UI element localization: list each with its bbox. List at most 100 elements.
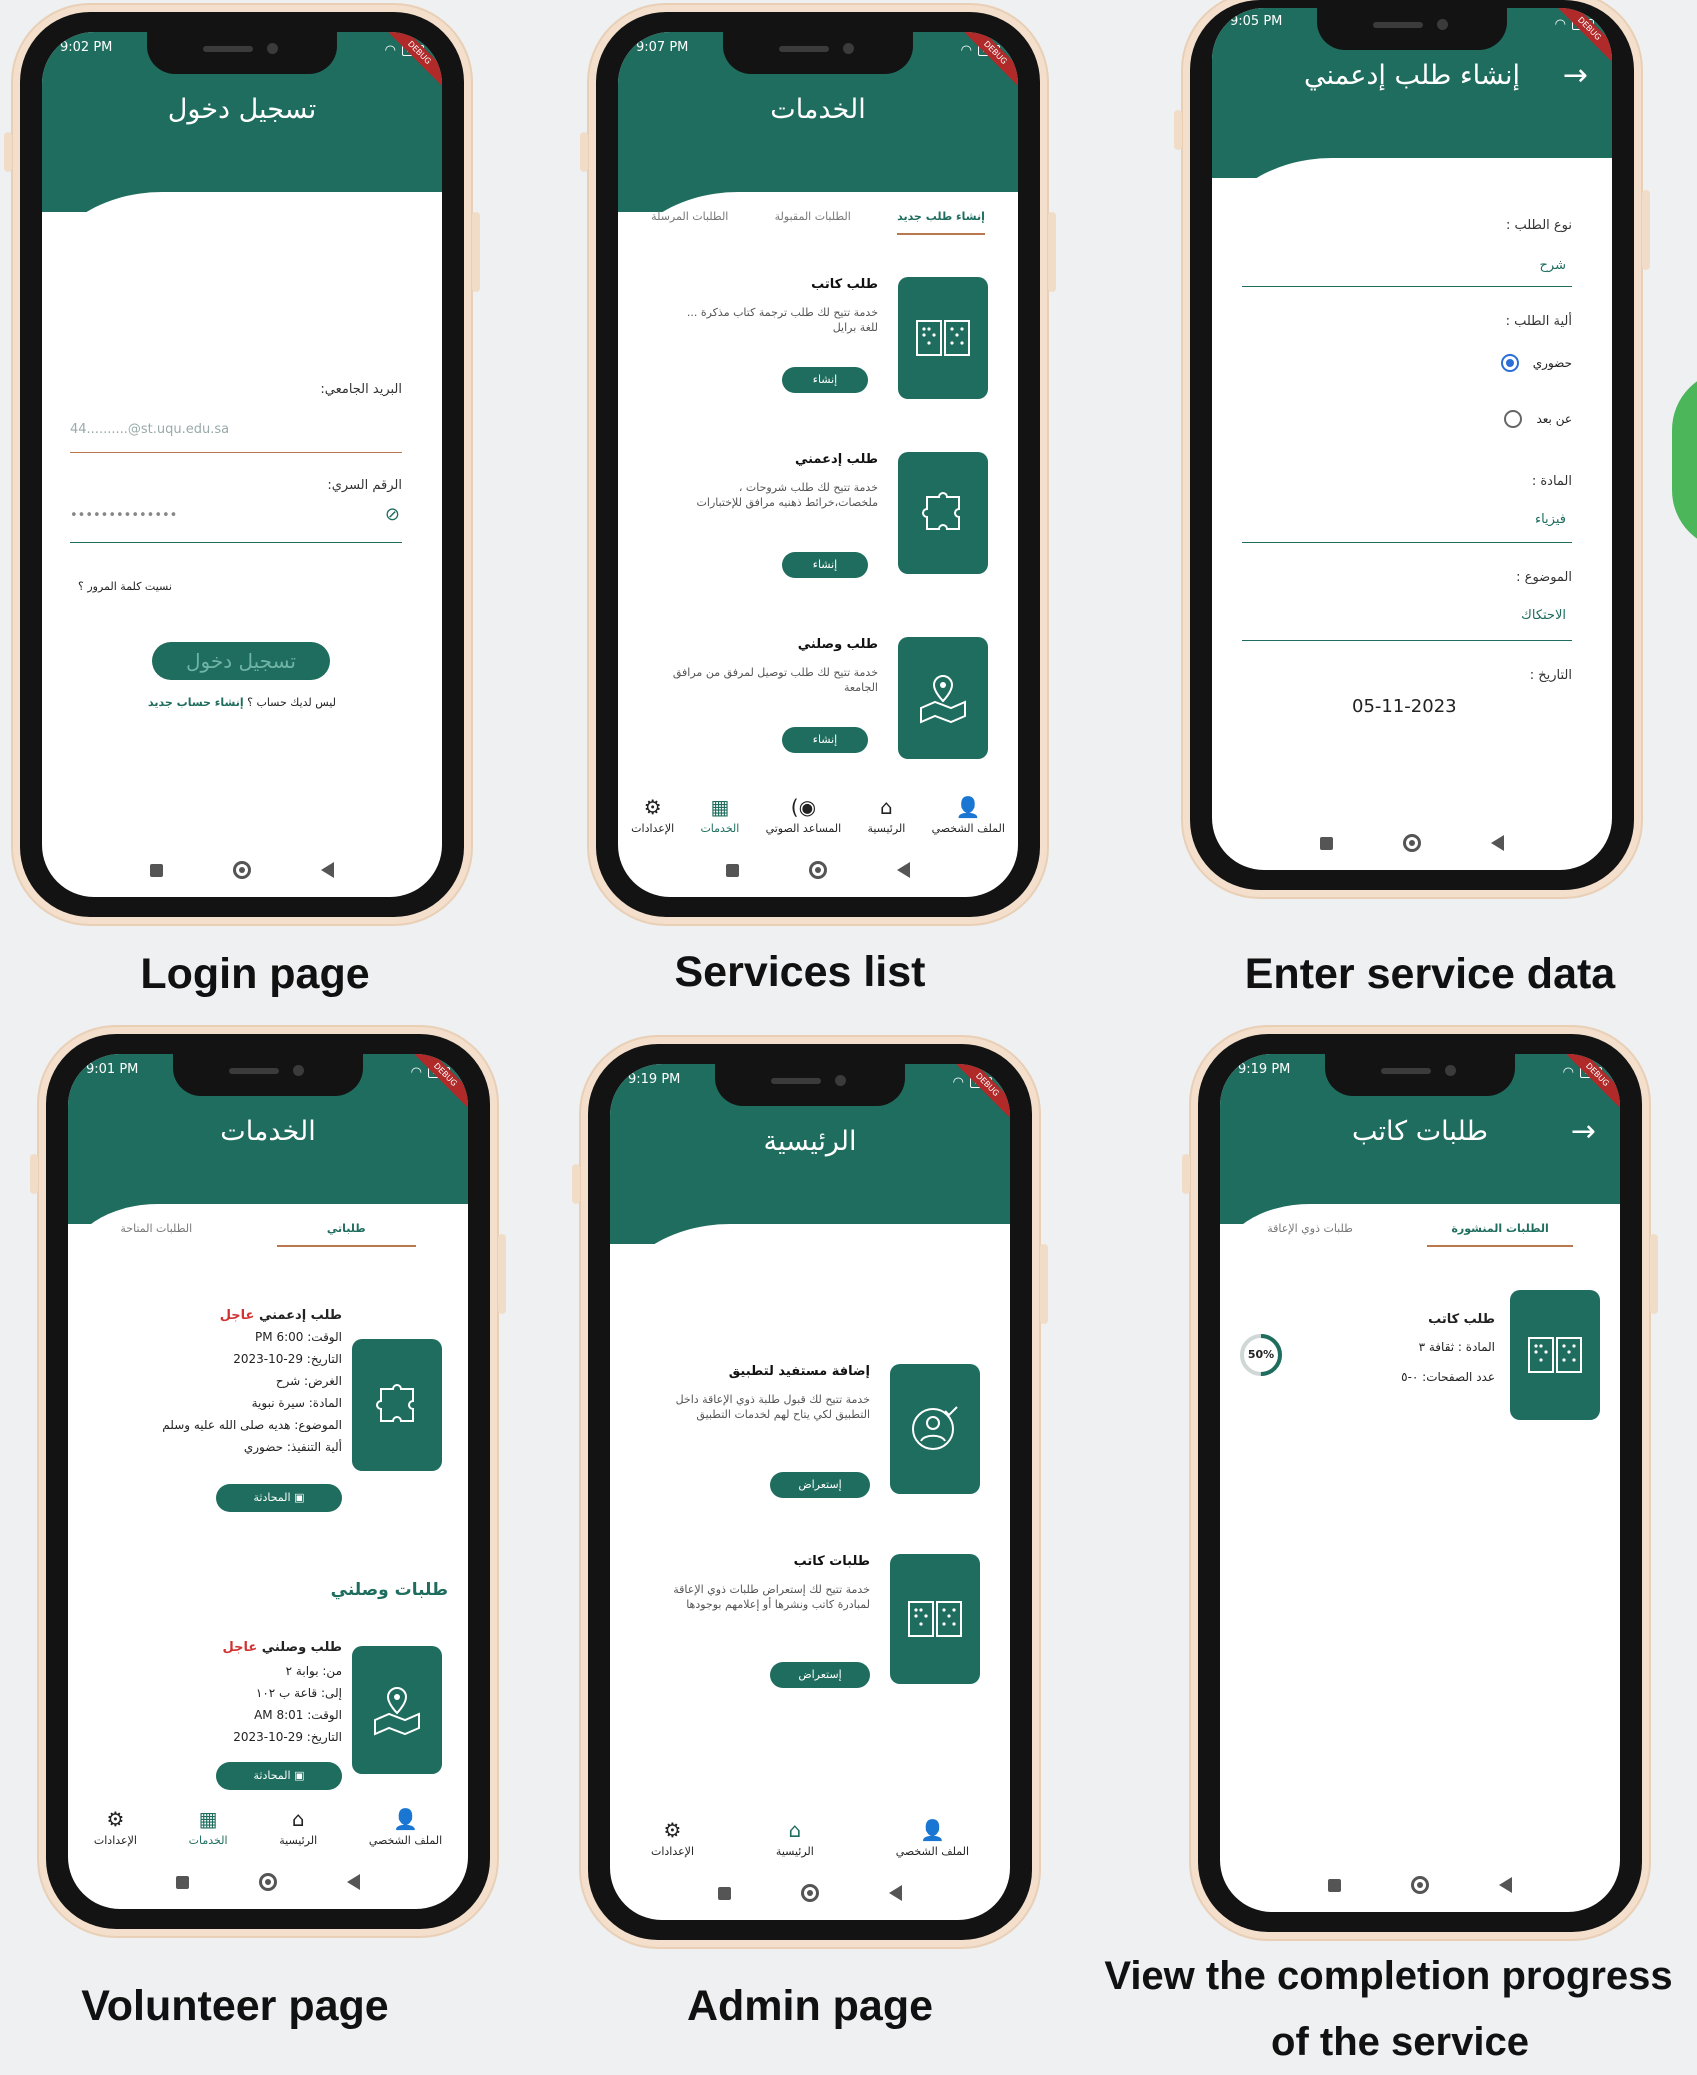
tab-sent[interactable]: الطلبات المرسلة	[651, 210, 728, 235]
nav-settings[interactable]: ⚙ الإعدادات	[94, 1808, 137, 1847]
back-button[interactable]	[889, 1885, 902, 1901]
gear-icon: ⚙	[643, 795, 662, 819]
camera-notch	[173, 1054, 363, 1096]
map-pin-icon	[352, 1646, 442, 1774]
home-icon: ⌂	[788, 1818, 802, 1842]
back-arrow-icon[interactable]: →	[1563, 58, 1588, 93]
create-button[interactable]: إنشاء	[782, 367, 868, 393]
decorative-green-shape	[1672, 370, 1697, 550]
system-nav	[610, 1884, 1010, 1902]
volunteer-screen: 9:01 PM◠116 DEBUG الخدمات طلباتي الطلبات…	[68, 1054, 468, 1909]
card-title: طلب إدعمني	[794, 452, 878, 467]
braille-book-icon	[1510, 1290, 1600, 1420]
header-curve	[42, 192, 442, 392]
side-button	[572, 1164, 580, 1204]
nav-profile[interactable]: 👤 الملف الشخصي	[932, 796, 1005, 835]
camera-notch	[715, 1064, 905, 1106]
login-screen: 9:02 PM◠116 DEBUG تسجيل دخول البريد الجا…	[42, 32, 442, 897]
view-button[interactable]: إستعراض	[770, 1662, 870, 1688]
create-button[interactable]: إنشاء	[782, 727, 868, 753]
eye-off-icon[interactable]: ⊘	[385, 504, 400, 525]
password-field[interactable]: ••••••••••••••	[70, 508, 177, 523]
chat-button[interactable]: ▣ المحادثة	[216, 1762, 342, 1790]
wifi-icon: ◠	[1554, 16, 1566, 32]
nav-label: الإعدادات	[93, 1834, 137, 1847]
back-button[interactable]	[1499, 1877, 1512, 1893]
home-button[interactable]	[1403, 834, 1421, 852]
nav-label: الملف الشخصي	[368, 1834, 443, 1847]
nav-label: المساعد الصوتي	[765, 822, 842, 835]
view-button[interactable]: إستعراض	[770, 1472, 870, 1498]
topic-underline	[1242, 640, 1572, 641]
type-field[interactable]: شرح	[1540, 258, 1566, 273]
chat-label: المحادثة	[253, 1769, 291, 1782]
nav-settings[interactable]: ⚙ الإعدادات	[651, 1819, 694, 1858]
tab-available[interactable]: الطلبات المتاحة	[120, 1222, 192, 1247]
create-request-screen: 9:05 PM◠116 DEBUG → إنشاء طلب إدعمني نوع…	[1212, 8, 1612, 870]
nav-services[interactable]: ▦ الخدمات	[700, 796, 739, 835]
grid-icon: ▦	[198, 1807, 218, 1831]
radio-checked-icon	[1500, 354, 1519, 372]
person-icon: 👤	[393, 1807, 418, 1831]
recents-button[interactable]	[1328, 1878, 1341, 1892]
nav-settings[interactable]: ⚙ الإعدادات	[631, 796, 674, 835]
tab-accepted[interactable]: الطلبات المقبولة	[775, 210, 851, 235]
nav-home[interactable]: ⌂ الرئيسية	[279, 1808, 317, 1847]
nav-home[interactable]: ⌂ الرئيسية	[867, 796, 905, 835]
tab-my-requests[interactable]: طلباتي	[276, 1222, 416, 1247]
volunteer-tabs: طلباتي الطلبات المتاحة	[68, 1222, 468, 1247]
back-button[interactable]	[1491, 835, 1504, 851]
home-button[interactable]	[801, 1884, 819, 1902]
recents-button[interactable]	[726, 863, 739, 877]
recents-button[interactable]	[718, 1886, 731, 1900]
home-icon: ⌂	[880, 795, 893, 819]
admin-screen: 9:19 PM◠116 DEBUG الرئيسية إضافة مستفيد …	[610, 1064, 1010, 1920]
tab-disabled-requests[interactable]: طلبات ذوي الإعاقة	[1267, 1222, 1353, 1247]
radio-inperson[interactable]: حضوري	[1500, 354, 1572, 372]
subject-field[interactable]: فيزياء	[1535, 512, 1566, 527]
recents-button[interactable]	[176, 1875, 189, 1889]
gear-icon: ⚙	[663, 1818, 682, 1842]
password-label: الرقم السري:	[327, 478, 402, 493]
nav-label: الملف الشخصي	[895, 1845, 970, 1858]
request-mechanism: ألية التنفيذ: حضوري	[243, 1440, 342, 1454]
card-title: طلب كاتب	[1428, 1312, 1495, 1327]
back-button[interactable]	[321, 862, 334, 878]
subject-underline	[1242, 542, 1572, 543]
home-button[interactable]	[809, 861, 827, 879]
chat-icon: ▣	[294, 1769, 305, 1782]
nav-profile[interactable]: 👤 الملف الشخصي	[896, 1819, 969, 1858]
create-button[interactable]: إنشاء	[782, 552, 868, 578]
topic-field[interactable]: الاحتكاك	[1521, 608, 1566, 623]
chat-button[interactable]: ▣ المحادثة	[216, 1484, 342, 1512]
recents-button[interactable]	[1320, 836, 1333, 850]
nav-voice-assistant[interactable]: ◉) المساعد الصوتي	[766, 796, 842, 835]
home-button[interactable]	[233, 861, 251, 879]
tab-published[interactable]: الطلبات المنشورة	[1427, 1222, 1573, 1247]
back-button[interactable]	[347, 1874, 360, 1890]
home-button[interactable]	[259, 1873, 277, 1891]
radio-remote[interactable]: عن بعد	[1504, 410, 1572, 428]
nav-services[interactable]: ▦ الخدمات	[189, 1808, 228, 1847]
signup-link[interactable]: إنشاء حساب جديد	[148, 696, 244, 709]
request-title: طلب إدعمني عاجل	[220, 1308, 342, 1323]
back-button[interactable]	[897, 862, 910, 878]
recents-button[interactable]	[150, 863, 163, 877]
back-arrow-icon[interactable]: →	[1571, 1114, 1596, 1149]
bottom-nav: 👤 الملف الشخصي ⌂ الرئيسية ◉) المساعد الصوتي…	[618, 796, 1018, 835]
login-button[interactable]: تسجيل دخول	[152, 642, 330, 680]
page-title: إنشاء طلب إدعمني	[1303, 60, 1521, 91]
nav-label: الرئيسية	[775, 1845, 814, 1858]
home-button[interactable]	[1411, 1876, 1429, 1894]
nav-profile[interactable]: 👤 الملف الشخصي	[369, 1808, 442, 1847]
nav-home[interactable]: ⌂ الرئيسية	[776, 1819, 814, 1858]
request-title-text: طلب وصلني	[261, 1640, 342, 1655]
voice-icon: ◉)	[790, 795, 817, 819]
date-field[interactable]: 05-11-2023	[1352, 696, 1457, 717]
email-field[interactable]: 44..........@st.uqu.edu.sa	[70, 422, 229, 437]
tab-create-new[interactable]: إنشاء طلب جديد	[897, 210, 985, 235]
side-button	[1642, 190, 1650, 270]
forgot-password-link[interactable]: نسيت كلمة المرور ؟	[78, 580, 172, 593]
urgent-badge: عاجل	[219, 1308, 255, 1323]
email-label: البريد الجامعي:	[320, 382, 402, 397]
